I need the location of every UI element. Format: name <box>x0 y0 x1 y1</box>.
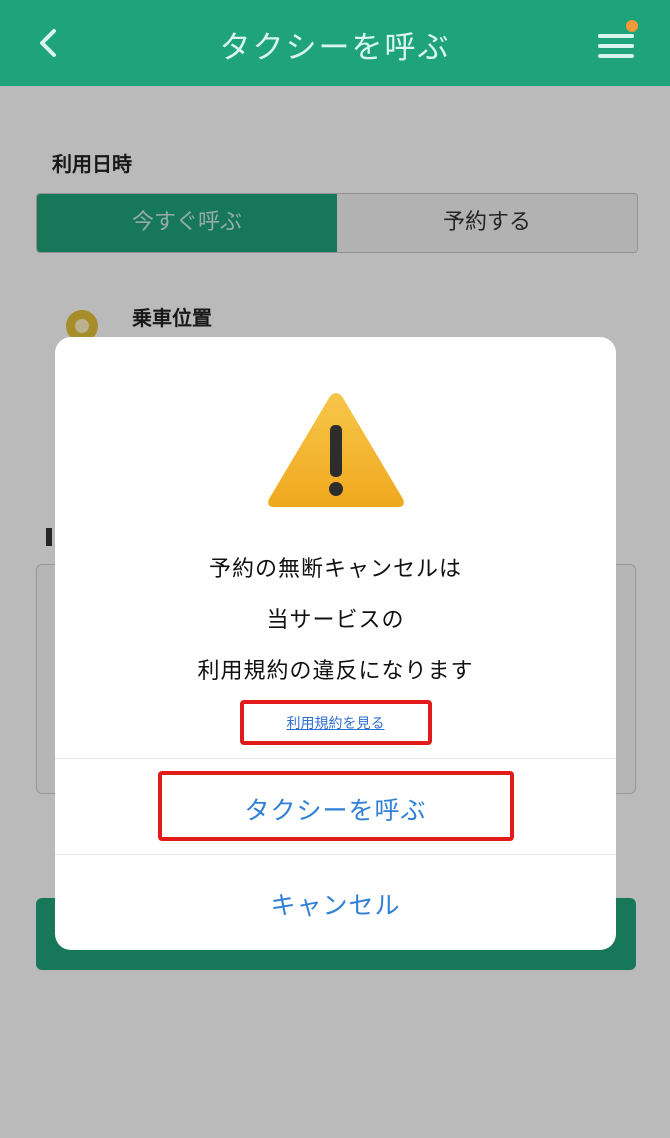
notification-dot <box>626 20 638 32</box>
cancel-warning-dialog: 予約の無断キャンセルは 当サービスの 利用規約の違反になります 利用規約を見る … <box>55 337 616 950</box>
cancel-button[interactable]: キャンセル <box>55 886 616 922</box>
dialog-message-line-2: 当サービスの <box>266 608 405 633</box>
dialog-divider <box>55 854 616 855</box>
terms-link-highlight <box>240 700 432 745</box>
dialog-divider <box>55 758 616 759</box>
menu-icon[interactable] <box>598 20 638 64</box>
app-header: タクシーを呼ぶ <box>0 0 670 86</box>
call-taxi-highlight <box>158 771 514 841</box>
warning-icon <box>268 393 404 507</box>
dialog-message-line-1: 予約の無断キャンセルは <box>208 557 462 582</box>
dialog-message-line-3: 利用規約の違反になります <box>197 659 474 684</box>
page-title: タクシーを呼ぶ <box>219 30 451 66</box>
